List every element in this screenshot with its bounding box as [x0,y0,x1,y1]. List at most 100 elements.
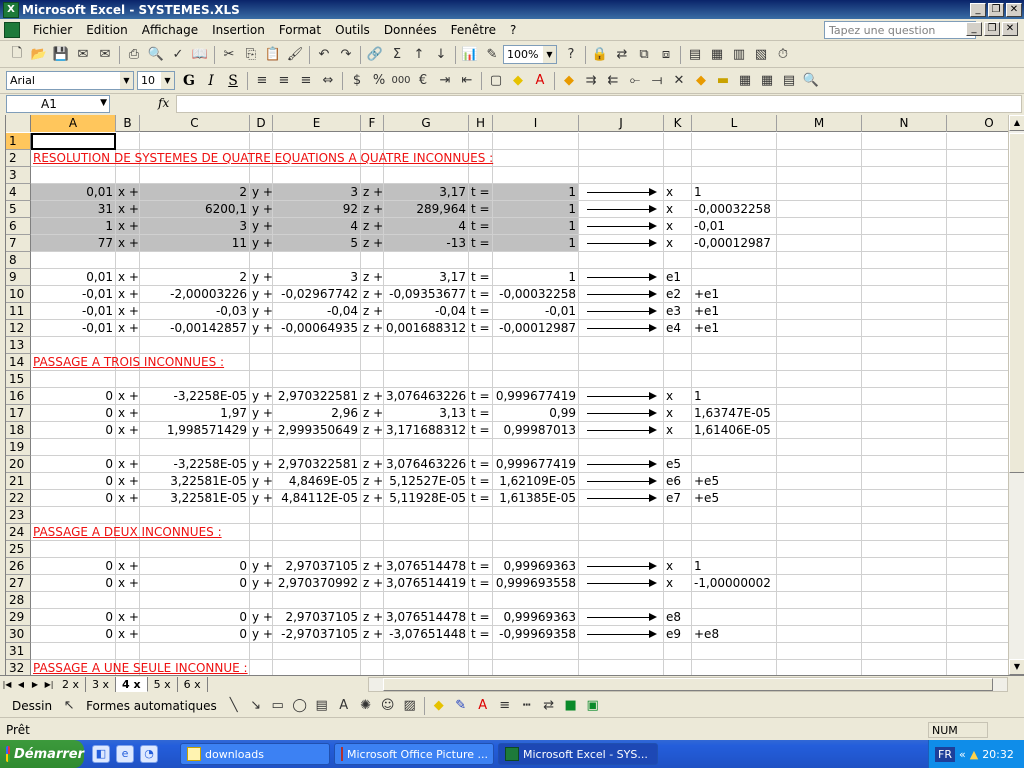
grid-cell[interactable] [579,643,664,660]
grid-cell[interactable] [273,167,361,184]
row-header[interactable]: 32 [6,660,31,675]
grid-cell[interactable]: t = [469,575,493,592]
grid-cell[interactable]: 0,99987013 [493,422,579,439]
grid-cell[interactable]: e7 [664,490,692,507]
grid-cell[interactable] [361,541,384,558]
share-icon[interactable]: ⇄ [611,44,633,66]
grid-cell[interactable] [493,150,579,167]
grid-cell[interactable]: x + [116,184,140,201]
grid-cell[interactable]: e9 [664,626,692,643]
grid-cell[interactable] [250,167,273,184]
grid-cell[interactable]: z + [361,286,384,303]
email-icon[interactable]: ✉ [94,44,116,66]
grid-cell[interactable]: y + [250,575,273,592]
grid-cell[interactable] [947,320,1008,337]
grid-cell[interactable]: -0,99969358 [493,626,579,643]
grid-cell[interactable]: -0,01 [31,320,116,337]
grid-cell[interactable] [469,660,493,675]
grid-cell[interactable] [947,626,1008,643]
menu-help[interactable]: ? [503,23,523,37]
grid-cell[interactable] [493,133,579,150]
grid-cell[interactable] [862,184,947,201]
grid-cell[interactable]: 3,17 [384,269,469,286]
grid-cell[interactable] [947,286,1008,303]
grid-cell[interactable] [777,405,862,422]
column-header-l[interactable]: L [692,115,777,132]
grid-cell[interactable] [384,133,469,150]
grid-cell[interactable] [31,133,116,150]
grid-cell[interactable] [862,558,947,575]
grid-cell[interactable]: z + [361,609,384,626]
grid-cell[interactable]: x + [116,473,140,490]
grid-cell[interactable] [947,371,1008,388]
restore-button[interactable]: ❐ [988,2,1004,17]
grid-cell[interactable]: 3 [140,218,250,235]
grid-cell[interactable] [947,524,1008,541]
grid-cell[interactable] [273,354,361,371]
column-header-m[interactable]: M [777,115,862,132]
grid-cell[interactable]: -0,01 [31,303,116,320]
grid-cell[interactable]: t = [469,320,493,337]
grid-cell[interactable] [692,592,777,609]
redo-icon[interactable]: ↷ [335,44,357,66]
grid-cell[interactable]: 1,62109E-05 [493,473,579,490]
grid-cell[interactable]: z + [361,456,384,473]
grid-cell[interactable]: y + [250,422,273,439]
copy-icon[interactable]: ⎘ [240,44,262,66]
grid-cell[interactable] [250,439,273,456]
arrow-line[interactable] [587,277,653,278]
grid-cell[interactable] [250,371,273,388]
grid-cell[interactable] [692,269,777,286]
grid-cell[interactable]: y + [250,558,273,575]
row-header[interactable]: 8 [6,252,31,269]
grid-cell[interactable] [777,303,862,320]
font-color-icon[interactable]: A [529,70,551,92]
task-downloads[interactable]: downloads [180,743,330,765]
grid-cell[interactable] [469,133,493,150]
arrow-shape[interactable] [579,388,664,405]
grid-cell[interactable] [273,133,361,150]
open-icon[interactable]: 📂 [28,44,50,66]
grid-cell[interactable]: 4,84112E-05 [273,490,361,507]
grid-cell[interactable] [579,371,664,388]
grid-cell[interactable]: t = [469,456,493,473]
row-header[interactable]: 20 [6,456,31,473]
grid-cell[interactable]: 3,076463226 [384,456,469,473]
row-header[interactable]: 2 [6,150,31,167]
grid-cell[interactable] [116,252,140,269]
column-header-h[interactable]: H [469,115,493,132]
grid-cell[interactable]: x [664,422,692,439]
grid-cell[interactable] [947,490,1008,507]
grid-cell[interactable] [664,252,692,269]
grid-cell[interactable]: z + [361,626,384,643]
arrow-head-icon[interactable] [649,188,657,196]
textbox-icon[interactable]: ▤ [311,695,333,717]
grid-cell[interactable] [469,354,493,371]
grid-cell[interactable]: +e1 [692,303,777,320]
grid-cell[interactable] [664,371,692,388]
line-icon[interactable]: ╲ [223,695,245,717]
view-icon[interactable]: ▤ [684,44,706,66]
italic-button[interactable]: I [200,70,222,92]
grid-cell[interactable]: z + [361,184,384,201]
grid-cell[interactable] [273,507,361,524]
sheet-tab-5x[interactable]: 5 x [147,676,178,692]
grid-cell[interactable] [384,439,469,456]
grid-cell[interactable] [947,507,1008,524]
grid-cell[interactable]: z + [361,235,384,252]
grid-cell[interactable]: x + [116,575,140,592]
grid-cell[interactable]: t = [469,405,493,422]
grid-cell[interactable]: t = [469,218,493,235]
grid-cell[interactable]: t = [469,184,493,201]
grid-cell[interactable]: x [664,184,692,201]
grid-cell[interactable]: t = [469,609,493,626]
row-header[interactable]: 28 [6,592,31,609]
grid-cell[interactable] [664,337,692,354]
grid-cell[interactable] [493,167,579,184]
grid-cell[interactable] [777,269,862,286]
help-icon[interactable]: ? [560,44,582,66]
grid-cell[interactable]: y + [250,303,273,320]
grid-cell[interactable] [384,541,469,558]
grid-cell[interactable] [116,337,140,354]
grid-cell[interactable] [140,371,250,388]
